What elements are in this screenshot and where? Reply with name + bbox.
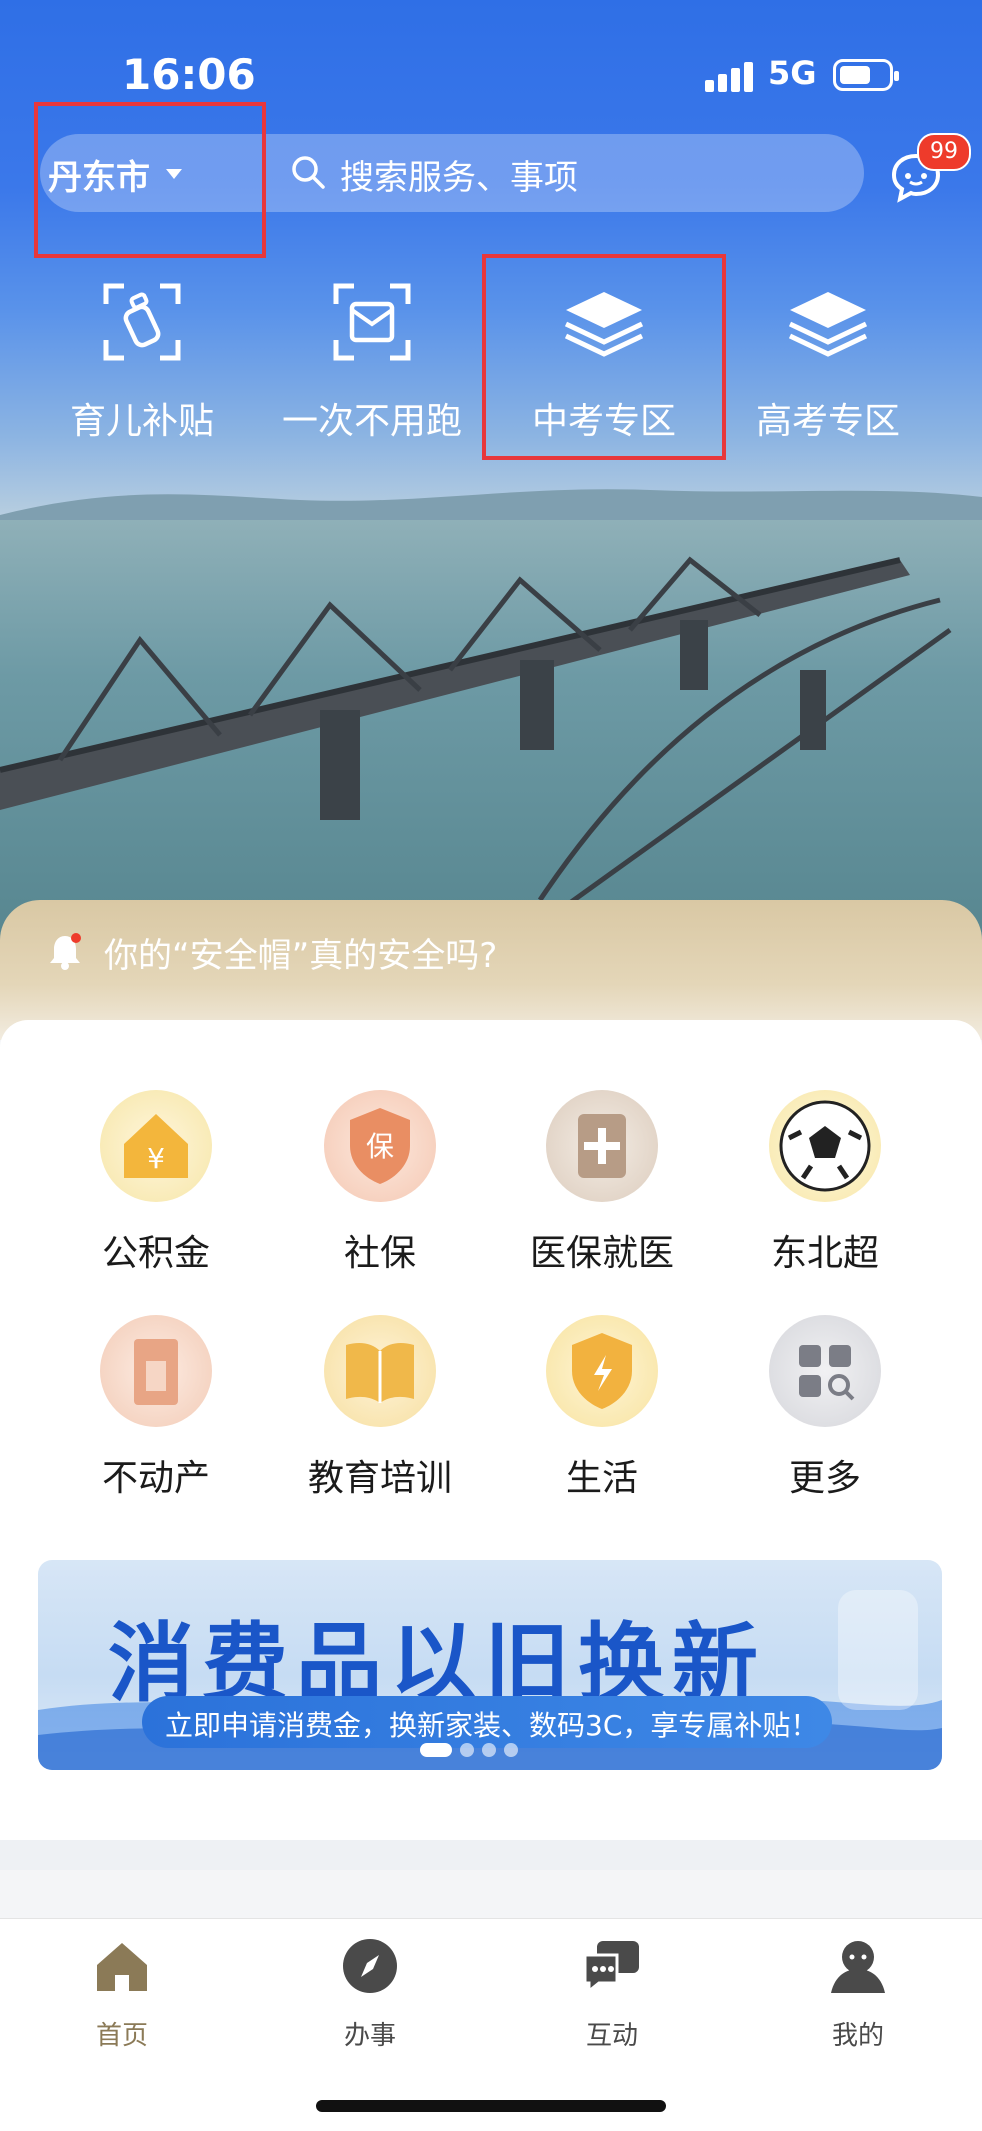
signal-icon bbox=[705, 60, 755, 92]
search-input[interactable]: 搜索服务、事项 bbox=[340, 150, 578, 199]
service-northeast-league[interactable]: 东北超 bbox=[725, 1090, 925, 1276]
service-education[interactable]: 教育培训 bbox=[280, 1315, 480, 1501]
banner-subtitle: 立即申请消费金，换新家装、数码3C，享专属补贴！ bbox=[165, 1709, 819, 1742]
house-fund-icon: ¥ bbox=[100, 1090, 212, 1202]
highlight-box-city bbox=[34, 102, 266, 258]
carousel-dot bbox=[482, 1743, 496, 1757]
bell-icon bbox=[50, 933, 81, 970]
carousel-dot bbox=[460, 1743, 474, 1757]
open-book-icon bbox=[324, 1315, 436, 1427]
notice-text[interactable]: 你的“安全帽”真的安全吗? bbox=[104, 928, 497, 977]
service-label: 不动产 bbox=[101, 1458, 210, 1499]
nav-label: 首页 bbox=[95, 2021, 148, 2051]
quick-link-label: 高考专区 bbox=[755, 401, 900, 442]
service-label: 公积金 bbox=[101, 1233, 210, 1274]
service-label: 社保 bbox=[343, 1233, 416, 1274]
carousel-dot-active bbox=[420, 1743, 452, 1757]
service-label: 更多 bbox=[788, 1458, 861, 1499]
service-label: 生活 bbox=[565, 1458, 638, 1499]
carousel-dot bbox=[504, 1743, 518, 1757]
nav-interaction[interactable]: 互动 bbox=[542, 1935, 682, 2052]
compass-icon bbox=[343, 1939, 397, 1993]
quick-link-label: 一次不用跑 bbox=[281, 401, 462, 442]
life-shield-icon bbox=[546, 1315, 658, 1427]
service-housing-fund[interactable]: ¥ 公积金 bbox=[56, 1090, 256, 1276]
battery-icon bbox=[833, 59, 899, 91]
nav-label: 我的 bbox=[831, 2021, 884, 2051]
home-icon bbox=[97, 1943, 147, 1991]
highlight-box-zhongkao bbox=[482, 254, 726, 460]
service-life[interactable]: 生活 bbox=[502, 1315, 702, 1501]
message-badge: 99 bbox=[917, 133, 971, 171]
quick-link-childcare[interactable]: 育儿补贴 bbox=[42, 280, 242, 444]
bridge-illustration bbox=[0, 556, 952, 913]
service-more[interactable]: 更多 bbox=[725, 1315, 925, 1501]
scan-bottle-icon bbox=[103, 283, 181, 361]
status-time: 16:06 bbox=[122, 50, 256, 99]
quick-link-label: 育儿补贴 bbox=[69, 401, 214, 442]
service-social-security[interactable]: 保 社保 bbox=[280, 1090, 480, 1276]
soccer-ball-icon bbox=[769, 1090, 881, 1202]
quick-link-gaokao[interactable]: 高考专区 bbox=[728, 280, 928, 444]
gaokao-stack-icon bbox=[788, 292, 868, 357]
scan-document-icon bbox=[333, 283, 411, 361]
svg-text:保: 保 bbox=[366, 1130, 394, 1163]
service-label: 教育培训 bbox=[307, 1458, 452, 1499]
carousel-dots bbox=[420, 1742, 526, 1761]
network-label: 5G bbox=[768, 54, 817, 92]
nav-profile[interactable]: 我的 bbox=[788, 1935, 928, 2052]
nav-home[interactable]: 首页 bbox=[52, 1935, 192, 2052]
chat-bubbles-icon bbox=[583, 1941, 639, 1995]
nav-label: 办事 bbox=[343, 2021, 396, 2051]
medical-insurance-icon bbox=[546, 1090, 658, 1202]
real-estate-icon bbox=[100, 1315, 212, 1427]
section-divider bbox=[0, 1840, 982, 1870]
service-label: 医保就医 bbox=[529, 1233, 674, 1274]
nav-services[interactable]: 办事 bbox=[300, 1935, 440, 2052]
home-indicator bbox=[316, 2100, 666, 2112]
service-real-estate[interactable]: 不动产 bbox=[56, 1315, 256, 1501]
social-security-shield-icon: 保 bbox=[324, 1090, 436, 1202]
service-medical-insurance[interactable]: 医保就医 bbox=[502, 1090, 702, 1276]
svg-text:¥: ¥ bbox=[147, 1142, 165, 1175]
quick-link-one-visit[interactable]: 一次不用跑 bbox=[272, 280, 472, 444]
nav-label: 互动 bbox=[585, 2021, 638, 2051]
profile-icon bbox=[831, 1941, 885, 1993]
service-label: 东北超 bbox=[770, 1233, 879, 1274]
search-icon bbox=[292, 156, 325, 189]
more-grid-icon bbox=[769, 1315, 881, 1427]
